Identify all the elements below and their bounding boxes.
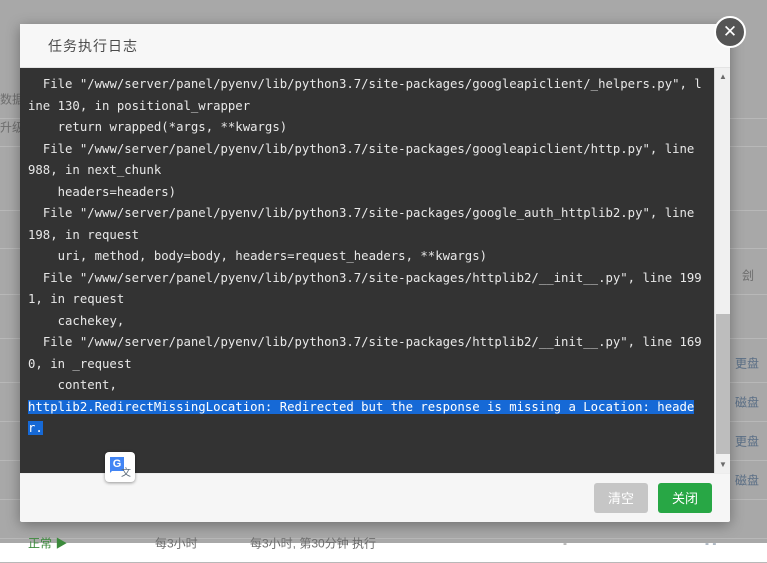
close-x-glyph: ✕ <box>723 24 737 41</box>
translate-pointer-icon <box>110 468 115 473</box>
log-text-content[interactable]: File "/www/server/panel/pyenv/lib/python… <box>20 68 714 473</box>
table-cell: 正常 ▶ <box>28 535 67 552</box>
table-cell: 每3小时 <box>155 535 198 552</box>
scroll-up-icon[interactable]: ▲ <box>715 68 730 85</box>
log-scrollbar[interactable]: ▲ ▼ <box>714 68 730 473</box>
modal-header: 任务执行日志 <box>20 24 730 68</box>
log-selected-error-text[interactable]: httplib2.RedirectMissingLocation: Redire… <box>28 400 694 436</box>
table-cell: 刽 <box>742 267 754 284</box>
page-title: 任务执行日志 <box>48 36 138 56</box>
google-translate-icon[interactable]: G 文 <box>105 452 135 482</box>
close-button[interactable]: 关闭 <box>658 483 712 513</box>
translate-cn-glyph: 文 <box>121 464 131 479</box>
table-row-active: 正常 ▶ 每3小时 每3小时, 第30分钟 执行 - - - <box>0 524 767 563</box>
log-traceback-text: File "/www/server/panel/pyenv/lib/python… <box>28 77 702 392</box>
clear-button[interactable]: 清空 <box>594 483 648 513</box>
scrollbar-thumb[interactable] <box>716 314 730 454</box>
table-cell: - <box>563 536 567 550</box>
log-output-panel[interactable]: File "/www/server/panel/pyenv/lib/python… <box>20 68 730 473</box>
table-cell: 更盘 <box>735 355 759 372</box>
table-cell: 更盘 <box>735 433 759 450</box>
table-cell: - - <box>705 536 716 550</box>
table-cell: 磁盘 <box>735 472 759 489</box>
table-cell: 磁盘 <box>735 394 759 411</box>
modal-footer: G 文 清空 关闭 <box>20 473 730 521</box>
close-icon[interactable]: ✕ <box>714 16 746 48</box>
table-cell: 每3小时, 第30分钟 执行 <box>250 535 376 552</box>
scroll-down-icon[interactable]: ▼ <box>715 456 730 473</box>
task-log-modal: 任务执行日志 ✕ File "/www/server/panel/pyenv/l… <box>20 24 730 522</box>
